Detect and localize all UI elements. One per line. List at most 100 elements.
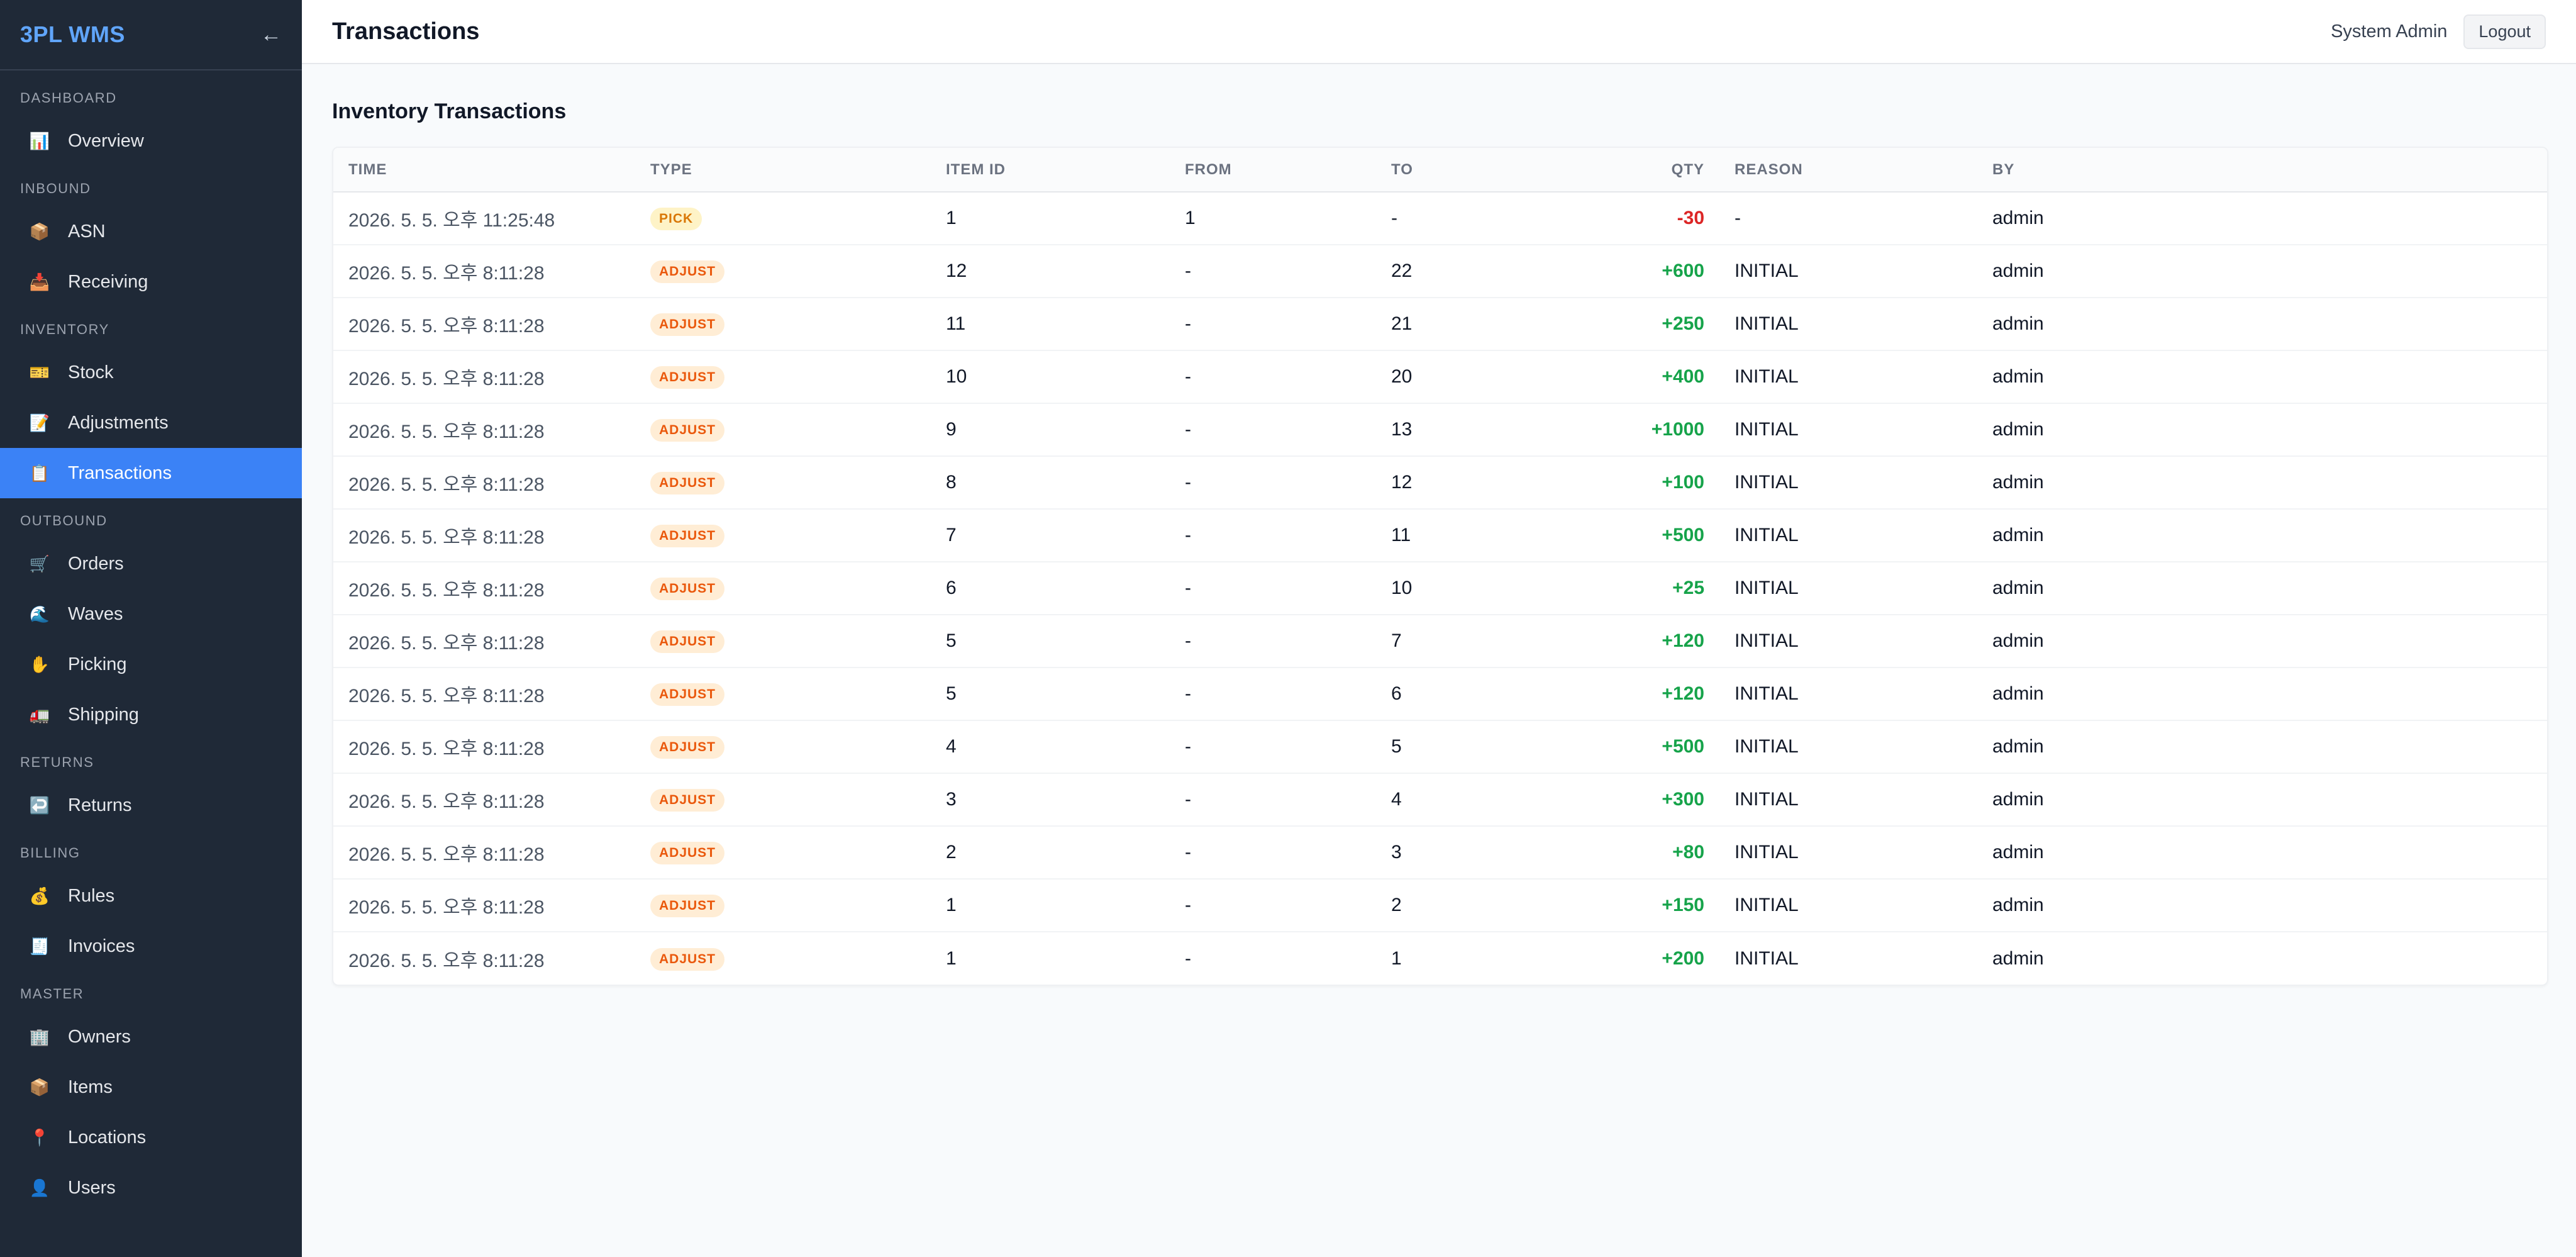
orders-icon: 🛒	[29, 554, 50, 573]
cell-time: 2026. 5. 5. 오후 8:11:28	[333, 562, 635, 615]
cell-type: ADJUST	[635, 773, 931, 827]
table-row[interactable]: 2026. 5. 5. 오후 8:11:28 ADJUST 10-20 +400 INI…	[333, 350, 2547, 404]
cell-from: -	[1170, 456, 1376, 510]
cell-by: admin	[1977, 245, 2547, 298]
sidebar-item-transactions[interactable]: 📋 Transactions	[0, 448, 302, 498]
type-badge: ADJUST	[650, 895, 725, 917]
cell-time: 2026. 5. 5. 오후 8:11:28	[333, 298, 635, 351]
cell-item-id: 9	[931, 403, 1170, 457]
sidebar-item-shipping[interactable]: 🚛 Shipping	[0, 690, 302, 740]
cell-qty: +400	[1565, 350, 1719, 404]
cell-type: ADJUST	[635, 932, 931, 985]
sidebar-item-users[interactable]: 👤 Users	[0, 1163, 302, 1213]
cell-item-id: 2	[931, 826, 1170, 880]
cell-from: -	[1170, 298, 1376, 351]
sidebar-item-adjustments[interactable]: 📝 Adjustments	[0, 398, 302, 448]
stock-icon: 🎫	[29, 362, 50, 382]
arrow-left-icon[interactable]: ←	[260, 24, 282, 45]
cell-by: admin	[1977, 826, 2547, 880]
sidebar-item-returns[interactable]: ↩️ Returns	[0, 780, 302, 830]
sidebar-item-waves[interactable]: 🌊 Waves	[0, 589, 302, 639]
cell-by: admin	[1977, 720, 2547, 774]
table-row[interactable]: 2026. 5. 5. 오후 8:11:28 ADJUST 7-11 +500 INIT…	[333, 509, 2547, 562]
sidebar-item-asn[interactable]: 📦 ASN	[0, 206, 302, 257]
table-row[interactable]: 2026. 5. 5. 오후 8:11:28 ADJUST 5-7 +120 INITI…	[333, 615, 2547, 668]
table-row[interactable]: 2026. 5. 5. 오후 8:11:28 ADJUST 3-4 +300 INITI…	[333, 773, 2547, 827]
sidebar-item-overview[interactable]: 📊 Overview	[0, 116, 302, 166]
sidebar-item-items[interactable]: 📦 Items	[0, 1062, 302, 1112]
locations-icon: 📍	[29, 1127, 50, 1147]
sidebar-header: 3PL WMS ←	[0, 0, 302, 70]
column-header-by[interactable]: BY	[1977, 148, 2547, 193]
cell-to: 11	[1376, 509, 1565, 562]
cell-qty: +150	[1565, 879, 1719, 932]
sidebar-item-label: ASN	[68, 221, 106, 242]
table-row[interactable]: 2026. 5. 5. 오후 8:11:28 ADJUST 1 - 1 +200 INITI…	[333, 932, 2547, 985]
sidebar-item-invoices[interactable]: 🧾 Invoices	[0, 921, 302, 971]
sidebar-item-stock[interactable]: 🎫 Stock	[0, 347, 302, 398]
sidebar-section-inbound: INBOUND	[20, 181, 91, 196]
cell-time: 2026. 5. 5. 오후 8:11:28	[333, 509, 635, 562]
cell-time: 2026. 5. 5. 오후 8:11:28	[333, 773, 635, 827]
adjustments-icon: 📝	[29, 413, 50, 432]
sidebar-item-picking[interactable]: ✋ Picking	[0, 639, 302, 690]
table-row[interactable]: 2026. 5. 5. 오후 8:11:28 ADJUST 1-2 +150 INITI…	[333, 879, 2547, 932]
table-row[interactable]: 2026. 5. 5. 오후 8:11:28 ADJUST 2-3 +80 INITIA…	[333, 826, 2547, 880]
sidebar-item-label: Locations	[68, 1127, 147, 1148]
cell-time: 2026. 5. 5. 오후 8:11:28	[333, 615, 635, 668]
type-badge: ADJUST	[650, 736, 725, 759]
cell-reason: INITIAL	[1719, 298, 1977, 351]
table-row[interactable]: 2026. 5. 5. 오후 8:11:28 ADJUST 6-10 +25 INITI…	[333, 562, 2547, 615]
column-header-type[interactable]: TYPE	[635, 148, 931, 193]
cell-from: 1	[1170, 192, 1376, 245]
column-header-item-id[interactable]: ITEM ID	[931, 148, 1170, 193]
sidebar-item-owners[interactable]: 🏢 Owners	[0, 1012, 302, 1062]
column-header-reason[interactable]: REASON	[1719, 148, 1977, 193]
cell-by: admin	[1977, 192, 2547, 245]
type-badge: ADJUST	[650, 366, 725, 389]
table-row[interactable]: 2026. 5. 5. 오후 8:11:28 ADJUST 9-13 +1000 INI…	[333, 403, 2547, 457]
cell-reason: INITIAL	[1719, 456, 1977, 510]
table-row[interactable]: 2026. 5. 5. 오후 8:11:28 ADJUST 5-6 +120 INITI…	[333, 668, 2547, 721]
cell-qty: +120	[1565, 668, 1719, 721]
column-header-to[interactable]: TO	[1376, 148, 1565, 193]
cell-qty: +200	[1662, 947, 1704, 969]
type-badge: PICK	[650, 208, 702, 230]
column-header-from[interactable]: FROM	[1170, 148, 1376, 193]
column-header-qty[interactable]: QTY	[1565, 148, 1719, 193]
cell-item-id: 1	[931, 192, 1170, 245]
cell-reason: INITIAL	[1719, 879, 1977, 932]
cell-reason: INITIAL	[1719, 826, 1977, 880]
cell-item-id: 6	[931, 562, 1170, 615]
sidebar-item-rules[interactable]: 💰 Rules	[0, 871, 302, 921]
column-header-time[interactable]: TIME	[333, 148, 635, 193]
cell-from: -	[1170, 720, 1376, 774]
cell-qty: +100	[1565, 456, 1719, 510]
table-row[interactable]: 2026. 5. 5. 오후 11:25:48 PICK 1 1- -30- admin	[333, 192, 2547, 245]
cell-qty: +120	[1565, 615, 1719, 668]
cell-type: ADJUST	[635, 826, 931, 880]
sidebar-item-receiving[interactable]: 📥 Receiving	[0, 257, 302, 307]
cell-reason: INITIAL	[1719, 668, 1977, 721]
table-row[interactable]: 2026. 5. 5. 오후 8:11:28 ADJUST 12-22 +600 INI…	[333, 245, 2547, 298]
sidebar-item-label: Owners	[68, 1026, 131, 1047]
cell-by: admin	[1977, 773, 2547, 827]
table-row[interactable]: 2026. 5. 5. 오후 8:11:28 ADJUST 11-21 +250 INI…	[333, 298, 2547, 351]
cell-from: -	[1170, 403, 1376, 457]
sidebar-item-orders[interactable]: 🛒 Orders	[0, 539, 302, 589]
table-row[interactable]: 2026. 5. 5. 오후 8:11:28 ADJUST 4-5 +500 INITI…	[333, 720, 2547, 774]
users-icon: 👤	[29, 1178, 50, 1197]
cell-by: admin	[1977, 509, 2547, 562]
invoices-icon: 🧾	[29, 936, 50, 956]
table-row[interactable]: 2026. 5. 5. 오후 8:11:28 ADJUST 8-12 +100 INIT…	[333, 456, 2547, 510]
logout-button[interactable]: Logout	[2463, 14, 2546, 49]
cell-reason: INITIAL	[1719, 720, 1977, 774]
cell-time: 2026. 5. 5. 오후 8:11:28	[333, 826, 635, 880]
cell-type: ADJUST	[635, 245, 931, 298]
brand-logo[interactable]: 3PL WMS	[20, 21, 125, 48]
top-bar: Transactions System Admin Logout	[302, 0, 2576, 64]
cell-item-id: 1	[946, 947, 957, 969]
sidebar-item-locations[interactable]: 📍 Locations	[0, 1112, 302, 1163]
cell-reason: INITIAL	[1719, 245, 1977, 298]
type-badge: ADJUST	[650, 472, 725, 494]
